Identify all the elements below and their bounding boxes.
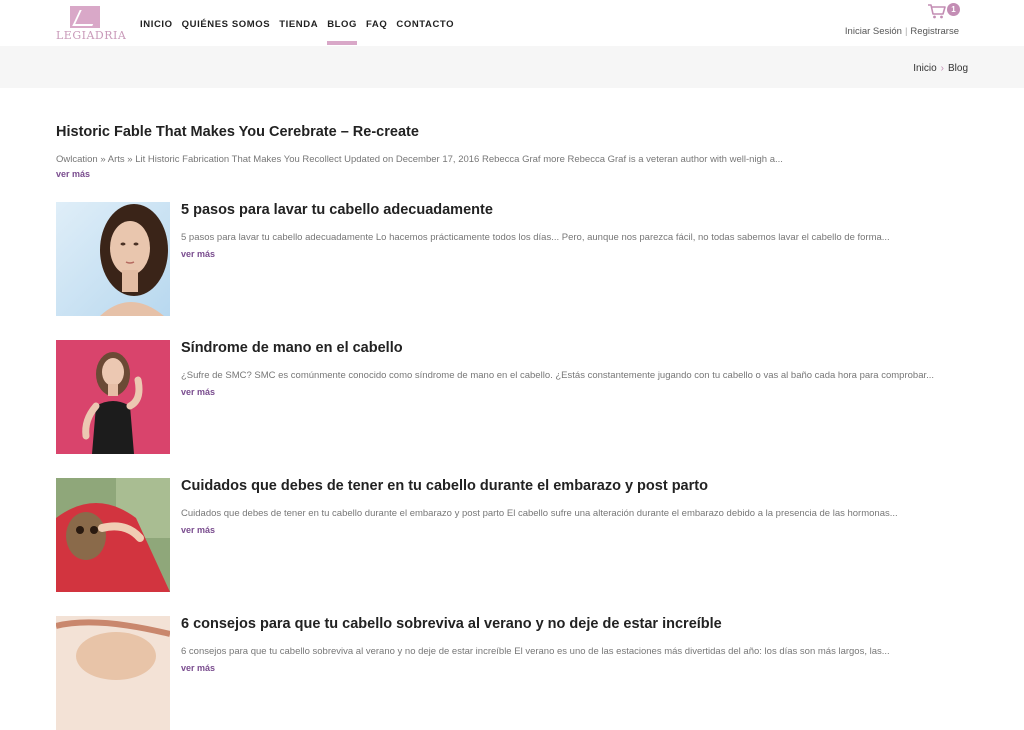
post-thumbnail-image[interactable] [56,202,170,316]
chevron-right-icon: › [940,63,944,74]
site-header: LEGIADRIA INICIO QUIÉNES SOMOS TIENDA BL… [0,0,1024,46]
blog-post: Cuidados que debes de tener en tu cabell… [56,478,968,592]
post-title[interactable]: Síndrome de mano en el cabello [181,340,403,356]
login-link[interactable]: Iniciar Sesión [845,26,902,37]
read-more-link[interactable]: ver más [181,522,967,538]
post-excerpt: 5 pasos para lavar tu cabello adecuadame… [181,230,967,262]
nav-item-blog[interactable]: BLOG [327,19,357,45]
nav-item-inicio[interactable]: INICIO [140,19,173,30]
post-excerpt: Cuidados que debes de tener en tu cabell… [181,506,967,538]
auth-links: Iniciar Sesión | Registrarse [845,26,959,37]
breadcrumb-bar: Inicio › Blog [0,46,1024,88]
breadcrumb-current: Blog [947,63,968,74]
cart-icon[interactable] [927,3,947,19]
main-nav: INICIO QUIÉNES SOMOS TIENDA BLOG FAQ CON… [140,19,463,45]
nav-item-tienda[interactable]: TIENDA [279,19,318,30]
site-logo[interactable]: LEGIADRIA [56,6,127,42]
post-title[interactable]: 6 consejos para que tu cabello sobreviva… [181,616,722,632]
logo-mark-icon [70,6,100,28]
auth-separator: | [904,26,908,37]
read-more-link[interactable]: ver más [181,384,967,400]
blog-post: 5 pasos para lavar tu cabello adecuadame… [56,202,968,316]
post-title[interactable]: 5 pasos para lavar tu cabello adecuadame… [181,202,493,218]
post-excerpt: Owlcation » Arts » Lit Historic Fabricat… [56,154,783,165]
read-more-link[interactable]: ver más [181,660,967,676]
post-thumbnail-image[interactable] [56,616,170,730]
post-excerpt-text: 6 consejos para que tu cabello sobreviva… [181,646,890,657]
post-title[interactable]: Cuidados que debes de tener en tu cabell… [181,478,708,494]
post-thumbnail-image[interactable] [56,340,170,454]
post-thumbnail-image[interactable] [56,478,170,592]
read-more-link[interactable]: ver más [181,246,967,262]
post-excerpt: ¿Sufre de SMC? SMC es comúnmente conocid… [181,368,967,400]
breadcrumb-home[interactable]: Inicio [913,63,936,74]
post-excerpt: 6 consejos para que tu cabello sobreviva… [181,644,967,676]
nav-item-quienes-somos[interactable]: QUIÉNES SOMOS [182,19,271,30]
post-excerpt-text: ¿Sufre de SMC? SMC es comúnmente conocid… [181,370,935,381]
logo-text: LEGIADRIA [56,29,127,42]
read-more-link[interactable]: ver más [56,169,90,179]
nav-item-faq[interactable]: FAQ [366,19,387,30]
post-excerpt-text: Cuidados que debes de tener en tu cabell… [181,508,898,519]
post-excerpt-text: 5 pasos para lavar tu cabello adecuadame… [181,232,890,243]
post-title[interactable]: Historic Fable That Makes You Cerebrate … [56,124,419,140]
blog-post: Síndrome de mano en el cabello ¿Sufre de… [56,340,968,454]
nav-item-contacto[interactable]: CONTACTO [396,19,454,30]
register-link[interactable]: Registrarse [910,26,959,37]
breadcrumb: Inicio › Blog [913,63,968,74]
cart-count-badge: 1 [947,3,960,16]
blog-post: 6 consejos para que tu cabello sobreviva… [56,616,968,730]
